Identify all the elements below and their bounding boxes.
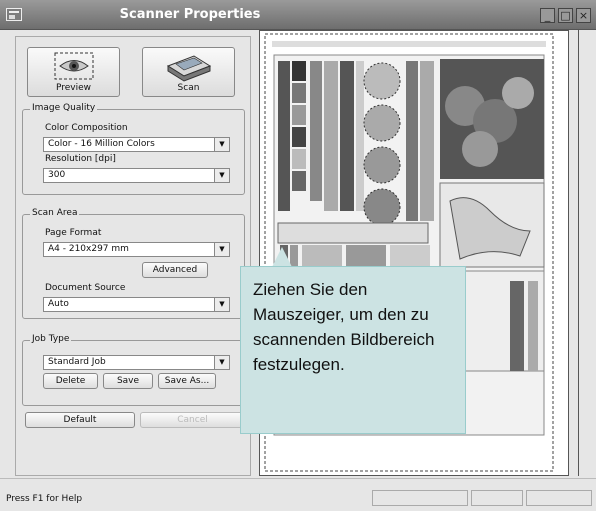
eye-icon: [54, 52, 94, 80]
page-format-value: A4 - 210x297 mm: [48, 244, 129, 254]
job-type-label: Job Type: [30, 334, 72, 344]
scan-area-label: Scan Area: [30, 208, 80, 218]
vertical-scrollbar[interactable]: [569, 30, 579, 476]
color-composition-label: Color Composition: [45, 123, 128, 133]
chevron-down-icon: ▼: [214, 298, 229, 311]
document-source-label: Document Source: [45, 283, 126, 293]
color-composition-value: Color - 16 Million Colors: [48, 139, 155, 149]
scanner-icon: [166, 55, 212, 82]
status-text: Press F1 for Help: [6, 494, 83, 504]
delete-button[interactable]: Delete: [43, 373, 98, 389]
resolution-value: 300: [48, 170, 66, 180]
maximize-button[interactable]: □: [558, 8, 573, 23]
preview-button[interactable]: Preview: [27, 47, 120, 97]
advanced-button[interactable]: Advanced: [142, 262, 208, 278]
status-bar-separator: [0, 478, 596, 479]
job-type-select[interactable]: Standard Job ▼: [43, 355, 230, 370]
close-button[interactable]: ×: [576, 8, 591, 23]
resolution-select[interactable]: 300 ▼: [43, 168, 230, 183]
tooltip-pointer: [272, 247, 292, 267]
preview-label: Preview: [55, 83, 92, 93]
save-button[interactable]: Save: [103, 373, 153, 389]
save-as-button[interactable]: Save As...: [158, 373, 216, 389]
color-composition-select[interactable]: Color - 16 Million Colors ▼: [43, 137, 230, 152]
status-panel: [471, 490, 523, 506]
resolution-label: Resolution [dpi]: [45, 154, 116, 164]
page-format-label: Page Format: [45, 228, 102, 238]
document-source-select[interactable]: Auto ▼: [43, 297, 230, 312]
job-type-value: Standard Job: [48, 357, 106, 367]
status-panel: [526, 490, 592, 506]
tooltip-text: Ziehen Sie den Mauszeiger, um den zu sca…: [253, 280, 435, 374]
help-tooltip: Ziehen Sie den Mauszeiger, um den zu sca…: [240, 266, 466, 434]
cancel-button: Cancel: [140, 412, 245, 428]
chevron-down-icon: ▼: [214, 169, 229, 182]
minimize-button[interactable]: _: [540, 8, 555, 23]
scan-button[interactable]: Scan: [142, 47, 235, 97]
page-format-select[interactable]: A4 - 210x297 mm ▼: [43, 242, 230, 257]
status-panel: [372, 490, 468, 506]
window-title: Scanner Properties: [119, 7, 261, 22]
default-button[interactable]: Default: [25, 412, 135, 428]
scan-label: Scan: [177, 83, 200, 93]
chevron-down-icon: ▼: [214, 356, 229, 369]
document-source-value: Auto: [48, 299, 69, 309]
chevron-down-icon: ▼: [214, 243, 229, 256]
image-quality-label: Image Quality: [30, 103, 98, 113]
chevron-down-icon: ▼: [214, 138, 229, 151]
